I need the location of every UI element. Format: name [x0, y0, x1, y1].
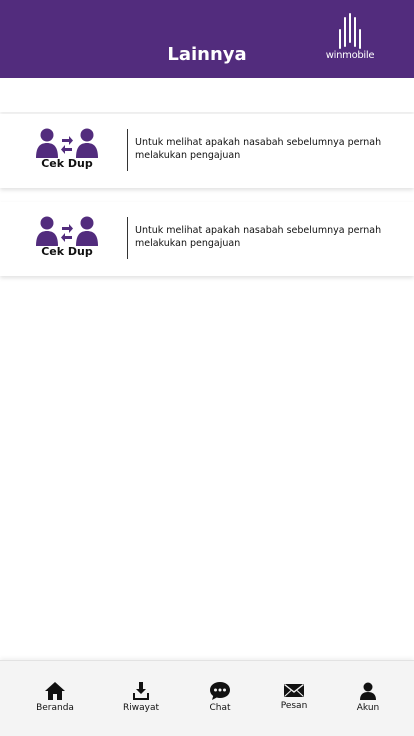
logo-mark-icon	[339, 13, 361, 49]
nav-label: Pesan	[280, 701, 308, 711]
nav-label: Akun	[356, 703, 380, 713]
cek-dup-description: Untuk melihat apakah nasabah sebelumnya …	[135, 137, 382, 161]
nav-label: Beranda	[36, 703, 74, 713]
divider	[127, 217, 128, 259]
cek-dup-label: Cek Dup	[41, 157, 93, 170]
divider	[127, 129, 128, 171]
cek-dup-card[interactable]: Cek Dup Untuk melihat apakah nasabah seb…	[0, 202, 414, 276]
cek-dup-description: Untuk melihat apakah nasabah sebelumnya …	[135, 225, 382, 249]
nav-beranda[interactable]: Beranda	[25, 681, 85, 713]
winmobile-logo: winmobile	[322, 12, 378, 64]
nav-pesan[interactable]: Pesan	[264, 681, 324, 711]
nav-chat[interactable]: Chat	[190, 681, 250, 713]
user-icon	[360, 682, 376, 700]
nav-label: Riwayat	[123, 703, 159, 713]
spacer-bar	[0, 78, 414, 112]
download-icon	[133, 682, 149, 700]
envelope-icon	[284, 683, 304, 697]
chat-icon	[210, 682, 230, 700]
cek-dup-card[interactable]: Cek Dup Untuk melihat apakah nasabah seb…	[0, 114, 414, 188]
logo-text: winmobile	[325, 50, 375, 61]
user-exchange-icon	[36, 216, 98, 246]
bottom-navigation: Beranda Riwayat Chat Pesan Akun	[0, 660, 414, 736]
nav-riwayat[interactable]: Riwayat	[111, 681, 171, 713]
user-exchange-icon	[36, 128, 98, 158]
cek-dup-label: Cek Dup	[41, 245, 93, 258]
nav-label: Chat	[209, 703, 231, 713]
home-icon	[45, 682, 65, 700]
app-header: Lainnya winmobile	[0, 0, 414, 78]
nav-akun[interactable]: Akun	[338, 681, 398, 713]
